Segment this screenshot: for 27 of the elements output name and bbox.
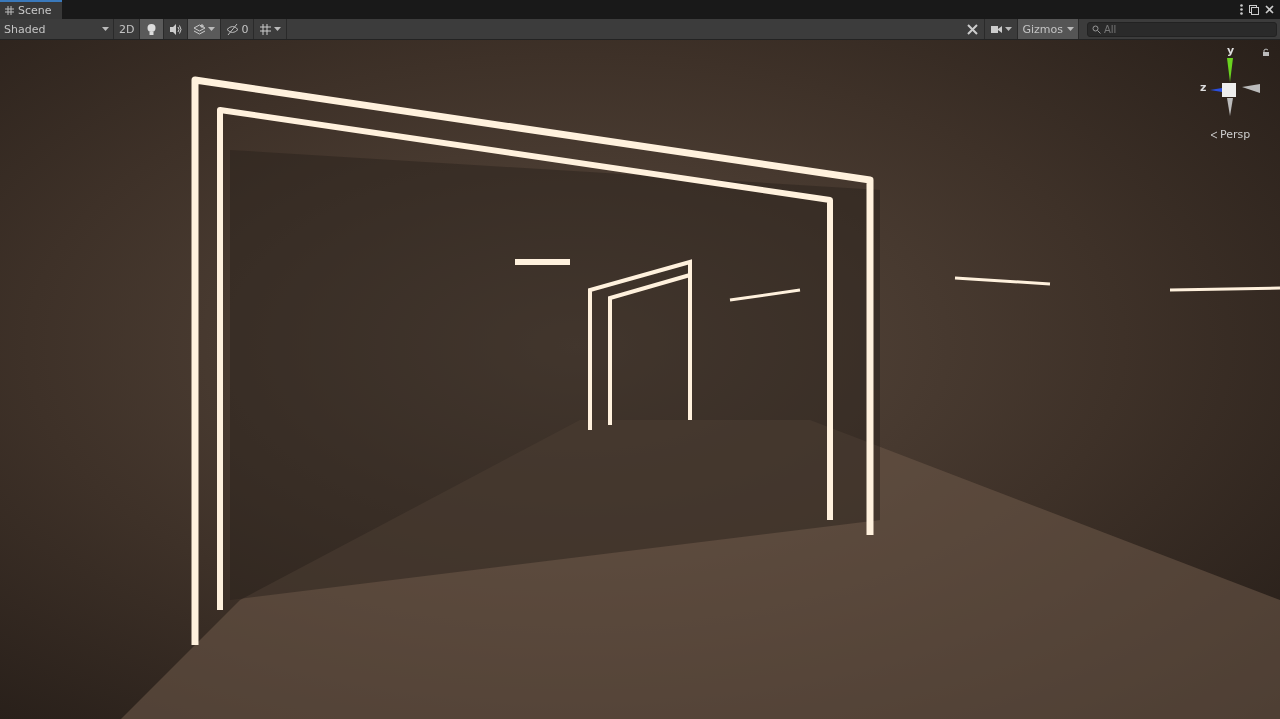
chevron-left-icon (1210, 130, 1218, 139)
unlocked-icon[interactable] (1262, 48, 1270, 56)
maximize-icon[interactable] (1249, 4, 1259, 15)
grid-icon (5, 6, 14, 15)
more-options-icon[interactable] (1240, 4, 1243, 15)
search-field[interactable]: All (1087, 21, 1277, 37)
layers-icon (193, 22, 207, 36)
y-axis-label: y (1227, 44, 1235, 57)
caret-icon (102, 27, 109, 31)
speaker-icon (169, 22, 183, 36)
caret-icon (274, 27, 282, 31)
toolbar-dropdown-button[interactable] (188, 19, 222, 39)
caret-icon (1005, 27, 1013, 31)
z-axis-label: z (1200, 81, 1207, 94)
tab-label: Scene (18, 4, 52, 17)
close-icon[interactable] (1265, 5, 1274, 14)
caret-icon (1067, 27, 1074, 31)
hidden-eye-icon (226, 22, 240, 36)
caret-icon (208, 27, 216, 31)
grid-icon (259, 22, 273, 36)
toolbar-toggle-button[interactable] (140, 19, 165, 39)
search-icon (1092, 24, 1101, 34)
projection-toggle[interactable]: Persp (1210, 128, 1251, 141)
tools-icon (966, 22, 980, 36)
gizmos-dropdown[interactable]: Gizmos (1018, 19, 1079, 39)
scene-tab[interactable]: Scene (0, 0, 62, 19)
scene-viewport[interactable]: y z Persp (0, 40, 1280, 719)
